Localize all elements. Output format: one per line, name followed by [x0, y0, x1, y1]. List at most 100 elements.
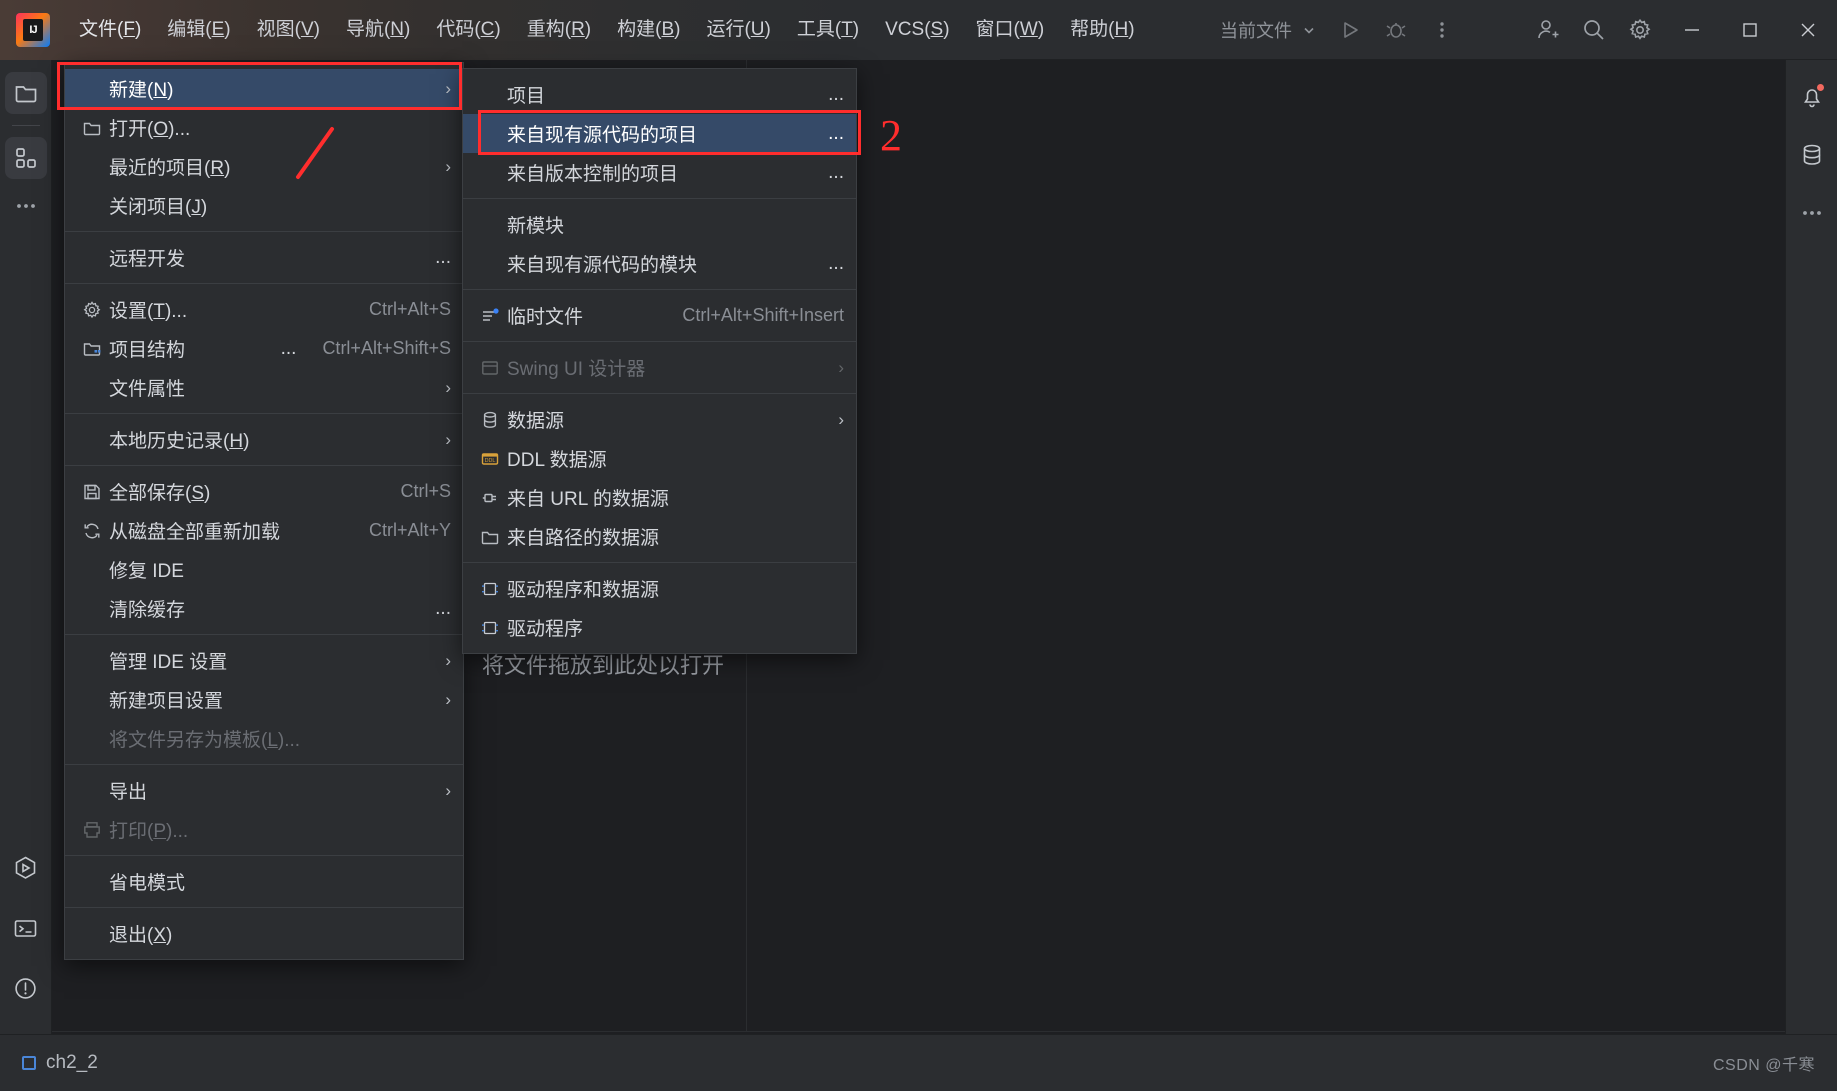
- chevron-down-icon: [1301, 22, 1317, 38]
- status-bar: ch2_2 CSDN @千寒: [0, 1034, 1837, 1091]
- submenu-item-data-source-from-url[interactable]: 来自 URL 的数据源: [463, 478, 856, 517]
- menu-item-label: 退出(X): [109, 920, 451, 947]
- status-project-widget[interactable]: ch2_2: [22, 1052, 98, 1074]
- menu-item-label: 来自 URL 的数据源: [507, 484, 844, 511]
- submenu-item-project-from-version-control[interactable]: 来自版本控制的项目...: [463, 153, 856, 192]
- menu-separator: [463, 289, 856, 290]
- submenu-item-data-source-from-path[interactable]: 来自路径的数据源: [463, 517, 856, 556]
- print-icon: [75, 820, 109, 840]
- menu-item-exit[interactable]: 退出(X): [65, 914, 463, 953]
- menu-item-new[interactable]: 新建(N) ›: [65, 69, 463, 108]
- minimize-icon[interactable]: [1663, 0, 1721, 60]
- menu-item-new-project-settings[interactable]: 新建项目设置 ›: [65, 680, 463, 719]
- submenu-item-project[interactable]: 项目...: [463, 75, 856, 114]
- menu-separator: [65, 855, 463, 856]
- submenu-item-driver[interactable]: 驱动程序: [463, 608, 856, 647]
- submenu-item-driver-and-data-source[interactable]: 驱动程序和数据源: [463, 569, 856, 608]
- menubar-item-window[interactable]: 窗口(W): [963, 0, 1058, 60]
- maximize-icon[interactable]: [1721, 0, 1779, 60]
- ide-window: IJ 文件(F) 编辑(E) 视图(V) 导航(N) 代码(C) 重构(R) 构…: [0, 0, 1837, 1091]
- menu-item-label: 新模块: [507, 211, 844, 238]
- menubar-item-refactor[interactable]: 重构(R): [514, 0, 604, 60]
- menu-item-project-structure[interactable]: 项目结构... Ctrl+Alt+Shift+S: [65, 329, 463, 368]
- more-horizontal-icon[interactable]: [1791, 192, 1833, 234]
- menu-item-label: 关闭项目(J): [109, 192, 451, 219]
- add-user-icon[interactable]: [1525, 7, 1571, 53]
- menu-item-close-project[interactable]: 关闭项目(J): [65, 186, 463, 225]
- menu-item-shortcut: Ctrl+Alt+Y: [369, 520, 451, 541]
- menu-item-open[interactable]: 打开(O)...: [65, 108, 463, 147]
- menu-item-export[interactable]: 导出 ›: [65, 771, 463, 810]
- more-horizontal-icon[interactable]: [5, 185, 47, 227]
- menu-item-recent-projects[interactable]: 最近的项目(R) ›: [65, 147, 463, 186]
- chevron-right-icon: ›: [445, 690, 451, 710]
- menubar-item-view[interactable]: 视图(V): [244, 0, 333, 60]
- terminal-icon[interactable]: [5, 907, 47, 949]
- database-icon[interactable]: [1791, 134, 1833, 176]
- menubar-item-build[interactable]: 构建(B): [604, 0, 693, 60]
- menubar-item-tools[interactable]: 工具(T): [784, 0, 872, 60]
- menu-item-print: 打印(P)...: [65, 810, 463, 849]
- menu-item-local-history[interactable]: 本地历史记录(H) ›: [65, 420, 463, 459]
- chevron-right-icon: ›: [445, 378, 451, 398]
- menu-separator: [65, 465, 463, 466]
- menubar-item-help[interactable]: 帮助(H): [1057, 0, 1147, 60]
- submenu-item-data-source[interactable]: 数据源 ›: [463, 400, 856, 439]
- menu-item-invalidate-caches[interactable]: 清除缓存...: [65, 589, 463, 628]
- menu-item-reload-all-from-disk[interactable]: 从磁盘全部重新加载 Ctrl+Alt+Y: [65, 511, 463, 550]
- menu-item-remote-development[interactable]: 远程开发 ...: [65, 238, 463, 277]
- menu-item-repair-ide[interactable]: 修复 IDE: [65, 550, 463, 589]
- menubar-item-edit[interactable]: 编辑(E): [154, 0, 243, 60]
- problems-icon[interactable]: [5, 967, 47, 1009]
- run-configuration-label: 当前文件: [1220, 17, 1292, 43]
- menubar-item-code[interactable]: 代码(C): [423, 0, 513, 60]
- gear-icon[interactable]: [1617, 7, 1663, 53]
- menu-item-shortcut: Ctrl+Alt+Shift+Insert: [682, 305, 844, 326]
- menu-item-label: 管理 IDE 设置: [109, 647, 431, 674]
- more-vertical-icon[interactable]: [1419, 7, 1465, 53]
- menubar-item-file[interactable]: 文件(F): [66, 0, 154, 60]
- menu-item-save-all[interactable]: 全部保存(S) Ctrl+S: [65, 472, 463, 511]
- menu-item-file-properties[interactable]: 文件属性 ›: [65, 368, 463, 407]
- menubar-item-vcs[interactable]: VCS(S): [872, 0, 962, 60]
- menu-item-settings[interactable]: 设置(T)... Ctrl+Alt+S: [65, 290, 463, 329]
- title-menu-bar: IJ 文件(F) 编辑(E) 视图(V) 导航(N) 代码(C) 重构(R) 构…: [0, 0, 1837, 60]
- menu-item-label: 数据源: [507, 406, 824, 433]
- menubar-item-navigate[interactable]: 导航(N): [333, 0, 423, 60]
- structure-grid-icon[interactable]: [5, 137, 47, 179]
- annotation-number-2: 2: [880, 110, 902, 161]
- search-icon[interactable]: [1571, 7, 1617, 53]
- submenu-item-new-module[interactable]: 新模块: [463, 205, 856, 244]
- menu-item-label: 来自现有源代码的项目: [507, 120, 828, 147]
- swing-ui-icon: [473, 358, 507, 378]
- menu-item-save-file-as-template: 将文件另存为模板(L)...: [65, 719, 463, 758]
- menu-separator: [65, 764, 463, 765]
- chevron-right-icon: ›: [445, 651, 451, 671]
- submenu-item-module-from-existing-sources[interactable]: 来自现有源代码的模块...: [463, 244, 856, 283]
- submenu-item-project-from-existing-sources[interactable]: 来自现有源代码的项目...: [463, 114, 856, 153]
- project-folder-icon[interactable]: [5, 72, 47, 114]
- project-square-icon: [22, 1056, 36, 1070]
- chevron-right-icon: ›: [445, 157, 451, 177]
- close-icon[interactable]: [1779, 0, 1837, 60]
- run-button[interactable]: [1327, 7, 1373, 53]
- menu-item-manage-ide-settings[interactable]: 管理 IDE 设置 ›: [65, 641, 463, 680]
- submenu-item-scratch-file[interactable]: 临时文件 Ctrl+Alt+Shift+Insert: [463, 296, 856, 335]
- run-hex-icon[interactable]: [5, 847, 47, 889]
- menu-item-label: 最近的项目(R): [109, 153, 431, 180]
- watermark-label: CSDN @千寒: [1713, 1051, 1815, 1075]
- menu-separator: [463, 562, 856, 563]
- left-tool-strip: [0, 60, 52, 1091]
- menu-item-label: 来自版本控制的项目: [507, 159, 828, 186]
- submenu-item-ddl-data-source[interactable]: DDL DDL 数据源: [463, 439, 856, 478]
- menu-item-label: 来自现有源代码的模块: [507, 250, 828, 277]
- menu-item-label: 项目: [507, 81, 828, 108]
- save-icon: [75, 482, 109, 502]
- menu-item-power-save-mode[interactable]: 省电模式: [65, 862, 463, 901]
- run-configuration-selector[interactable]: 当前文件: [1210, 17, 1327, 43]
- menu-item-label: 清除缓存: [109, 595, 435, 622]
- notifications-bell-icon[interactable]: [1791, 76, 1833, 118]
- debug-button[interactable]: [1373, 7, 1419, 53]
- menubar-item-run[interactable]: 运行(U): [693, 0, 783, 60]
- menu-separator: [65, 634, 463, 635]
